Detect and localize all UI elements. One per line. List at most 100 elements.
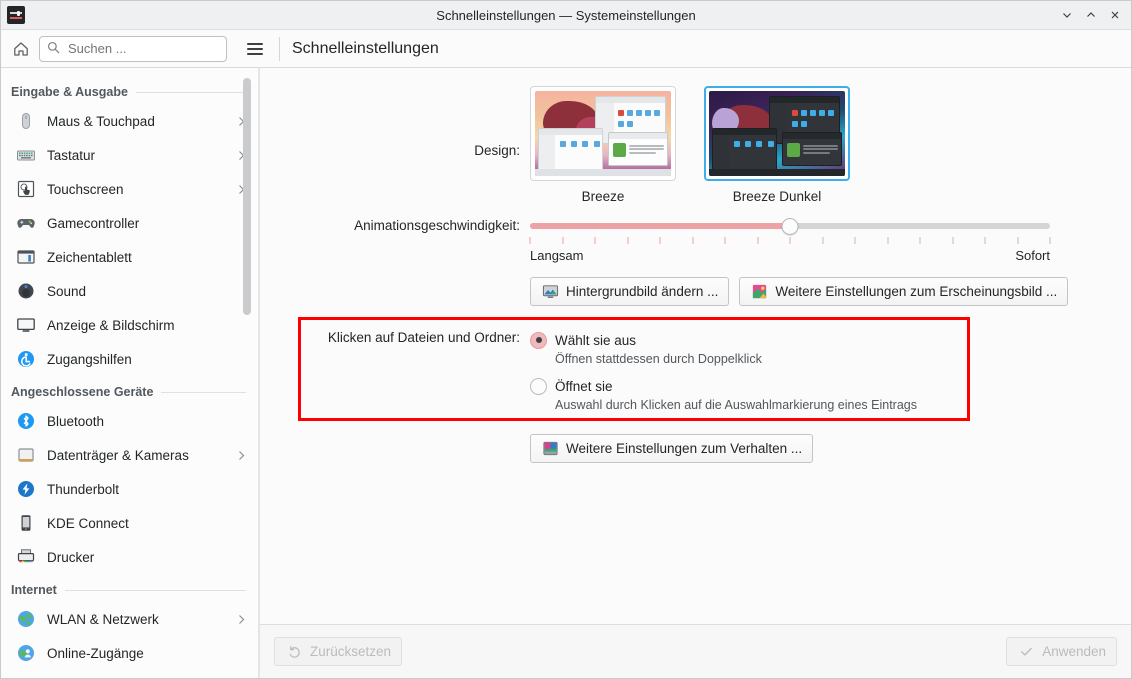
sidebar-list: Eingabe & Ausgabe Maus & Touchpad Tastat…: [1, 68, 258, 670]
sidebar-item-gamecontroller[interactable]: Gamecontroller: [1, 206, 258, 240]
sidebar-group-header-geraete: Angeschlossene Geräte: [1, 376, 258, 404]
radio-option-open[interactable]: Öffnet sie: [530, 376, 917, 396]
design-row: Design: Breeze Breeze Dunkel: [260, 86, 1131, 204]
sidebar-item-online-zugaenge[interactable]: Online-Zugänge: [1, 636, 258, 670]
slider-tick: [854, 237, 856, 244]
sidebar-item-label: Zeichentablett: [47, 249, 132, 265]
sidebar-item-maus-touchpad[interactable]: Maus & Touchpad: [1, 104, 258, 138]
more-behavior-settings-button[interactable]: Weitere Einstellungen zum Verhalten ...: [530, 434, 814, 463]
more-appearance-settings-button[interactable]: Weitere Einstellungen zum Erscheinungsbi…: [739, 277, 1069, 306]
slider-fill: [530, 223, 790, 229]
sidebar-item-sound[interactable]: Sound: [1, 274, 258, 308]
animation-speed-row: Animationsgeschwindigkeit: Langsam Sofor…: [260, 218, 1131, 263]
slider-tick: [984, 237, 986, 244]
sidebar-item-kde-connect[interactable]: KDE Connect: [1, 506, 258, 540]
toolbar-separator: [279, 36, 280, 61]
close-button[interactable]: [1103, 3, 1127, 27]
sidebar-item-zeichentablett[interactable]: Zeichentablett: [1, 240, 258, 274]
sidebar-item-zugangshilfen[interactable]: Zugangshilfen: [1, 342, 258, 376]
monitor-icon: [15, 314, 37, 336]
slider-tick: [627, 237, 628, 244]
behavior-icon: [541, 440, 559, 458]
slider-max-label: Sofort: [1015, 248, 1050, 263]
sidebar-scrollbar-thumb[interactable]: [243, 78, 251, 315]
minimize-button[interactable]: [1055, 3, 1079, 27]
sidebar-item-label: Gamecontroller: [47, 215, 140, 231]
theme-option-breeze[interactable]: Breeze: [530, 86, 676, 204]
sidebar-item-label: Zugangshilfen: [47, 351, 132, 367]
hamburger-menu-icon[interactable]: [241, 35, 269, 63]
slider-range-labels: Langsam Sofort: [530, 248, 1050, 263]
animation-speed-slider[interactable]: [530, 218, 1050, 236]
sidebar-item-tastatur[interactable]: Tastatur: [1, 138, 258, 172]
change-wallpaper-button[interactable]: Hintergrundbild ändern ...: [530, 277, 730, 306]
click-behavior-row: Klicken auf Dateien und Ordner: Wählt si…: [260, 330, 1131, 412]
theme-preview-frame[interactable]: [530, 86, 676, 181]
sidebar-item-anzeige-bildschirm[interactable]: Anzeige & Bildschirm: [1, 308, 258, 342]
radio-label: Öffnet sie: [555, 378, 613, 394]
mouse-icon: [15, 110, 37, 132]
divider: [64, 589, 246, 591]
sidebar-group-label: Angeschlossene Geräte: [11, 385, 154, 399]
button-label: Anwenden: [1042, 644, 1106, 659]
slider-tick: [887, 237, 888, 244]
sidebar-item-wlan-netzwerk[interactable]: WLAN & Netzwerk: [1, 602, 258, 636]
sidebar-item-bluetooth[interactable]: Bluetooth: [1, 404, 258, 438]
button-label: Zurücksetzen: [310, 644, 392, 659]
globe-icon: [15, 608, 37, 630]
slider-tick: [692, 237, 693, 244]
page-title: Schnelleinstellungen: [292, 39, 439, 57]
sidebar-item-label: Bluetooth: [47, 413, 105, 429]
slider-handle[interactable]: [781, 218, 799, 235]
gamepad-icon: [15, 212, 37, 234]
radio-description: Auswahl durch Klicken auf die Auswahlmar…: [555, 398, 917, 412]
titlebar: Schnelleinstellungen — Systemeinstellung…: [1, 1, 1131, 30]
sidebar-item-thunderbolt[interactable]: Thunderbolt: [1, 472, 258, 506]
wallpaper-icon: [541, 283, 559, 301]
theme-thumbnail-breeze-dunkel: [709, 91, 845, 176]
slider-tick: [1049, 237, 1051, 244]
sidebar-group-label: Eingabe & Ausgabe: [11, 85, 128, 99]
divider: [161, 391, 246, 393]
sidebar-item-drucker[interactable]: Drucker: [1, 540, 258, 574]
animation-speed-label: Animationsgeschwindigkeit:: [354, 218, 520, 233]
sidebar-item-label: Drucker: [47, 549, 95, 565]
apply-button[interactable]: Anwenden: [1006, 637, 1117, 666]
sidebar-group-header-internet: Internet: [1, 574, 258, 602]
slider-min-label: Langsam: [530, 248, 584, 263]
touchscreen-icon: [15, 178, 37, 200]
search-field[interactable]: [66, 40, 219, 57]
radio-button-selected[interactable]: [530, 331, 547, 349]
sidebar-item-label: Touchscreen: [47, 181, 124, 197]
check-icon: [1017, 643, 1035, 661]
button-label: Hintergrundbild ändern ...: [566, 284, 719, 299]
radio-option-select[interactable]: Wählt sie aus: [530, 330, 917, 350]
sidebar-item-touchscreen[interactable]: Touchscreen: [1, 172, 258, 206]
slider-tick: [659, 237, 661, 244]
sidebar-item-label: WLAN & Netzwerk: [47, 611, 159, 627]
online-accounts-icon: [15, 642, 37, 664]
slider-tick: [562, 237, 563, 244]
slider-tick: [1017, 237, 1018, 244]
bluetooth-icon: [15, 410, 37, 432]
accessibility-icon: [15, 348, 37, 370]
maximize-button[interactable]: [1079, 3, 1103, 27]
theme-preview-frame-selected[interactable]: [704, 86, 850, 181]
theme-thumbnail-breeze: [535, 91, 671, 176]
click-behavior-label: Klicken auf Dateien und Ordner:: [327, 330, 520, 345]
sidebar-item-datentraeger-kameras[interactable]: Datenträger & Kameras: [1, 438, 258, 472]
sidebar-group-label: Internet: [11, 583, 57, 597]
radio-label: Wählt sie aus: [555, 332, 637, 348]
theme-option-breeze-dunkel[interactable]: Breeze Dunkel: [704, 86, 850, 204]
radio-button-unselected[interactable]: [530, 377, 547, 395]
drawing-tablet-icon: [15, 246, 37, 268]
sidebar-scrollbar[interactable]: [243, 72, 251, 678]
slider-tick: [919, 237, 921, 244]
window-body: Eingabe & Ausgabe Maus & Touchpad Tastat…: [1, 68, 1131, 678]
home-icon[interactable]: [7, 35, 35, 63]
appearance-icon: [750, 283, 768, 301]
search-input[interactable]: [39, 35, 227, 62]
reset-button[interactable]: Zurücksetzen: [274, 637, 403, 666]
thunderbolt-icon: [15, 478, 37, 500]
slider-tick: [594, 237, 596, 244]
